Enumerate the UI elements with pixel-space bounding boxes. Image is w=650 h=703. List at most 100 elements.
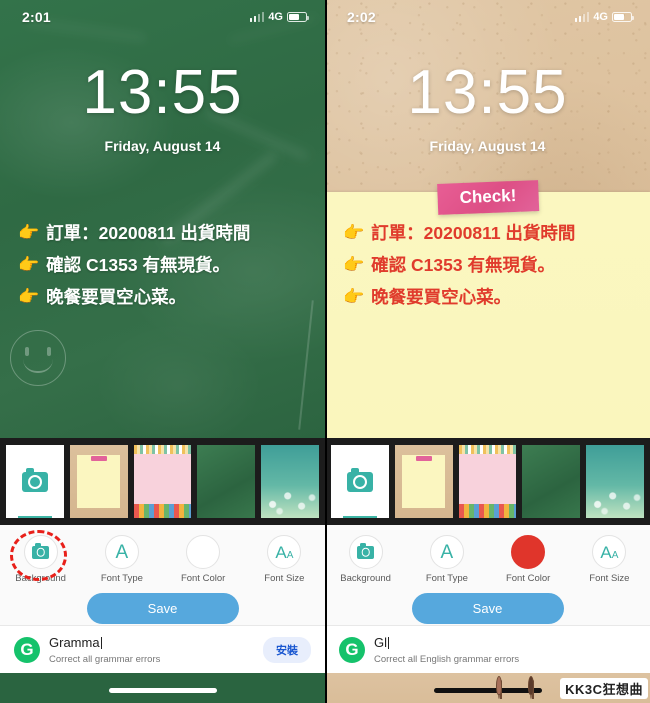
note-canvas-before[interactable]: 13:55 Friday, August 14 👉 訂單：20200811 出貨… <box>0 0 325 438</box>
tool-label: Background <box>340 573 391 584</box>
thumbnail-camera-custom[interactable] <box>331 445 389 518</box>
note-line-text: 晚餐要買空心菜。 <box>371 287 512 308</box>
ad-subtitle: Correct all grammar errors <box>49 654 161 665</box>
empty-circle-icon <box>186 535 221 569</box>
note-line: 👉 訂單：20200811 出貨時間 <box>343 222 632 245</box>
tool-font-size[interactable]: AA Font Size <box>569 535 650 584</box>
note-line: 👉 訂單：20200811 出貨時間 <box>18 222 307 245</box>
lockscreen-clock-block: 13:55 Friday, August 14 <box>325 58 650 155</box>
letter-a-icon: A <box>104 535 139 569</box>
editor-toolbar-before: Background A Font Type Font Color AA Fon… <box>0 525 325 625</box>
status-bar-after: 2:02 4G <box>325 0 650 34</box>
smiley-chalk-drawing <box>10 330 66 386</box>
selected-indicator <box>343 516 377 518</box>
letter-aa-icon: AA <box>267 535 302 569</box>
home-indicator-area-before <box>0 673 325 703</box>
note-line-text: 確認 C1353 有無現貨。 <box>46 255 230 276</box>
status-time: 2:02 <box>347 9 376 25</box>
thumbnail-cork-memo[interactable] <box>394 445 453 518</box>
clock-time: 13:55 <box>407 58 568 127</box>
network-label: 4G <box>268 11 283 23</box>
editor-toolbar-after: Background A Font Type Font Color AA Fon… <box>325 525 650 625</box>
tool-font-color[interactable]: Font Color <box>488 535 569 584</box>
signal-icon <box>574 12 590 22</box>
network-label: 4G <box>593 11 608 23</box>
note-text-block-before[interactable]: 👉 訂單：20200811 出貨時間 👉 確認 C1353 有無現貨。 👉 晚餐… <box>0 222 325 318</box>
signal-icon <box>249 12 265 22</box>
thumbnail-cork-memo[interactable] <box>69 445 128 518</box>
tool-font-type[interactable]: A Font Type <box>81 535 162 584</box>
letter-aa-icon: AA <box>592 535 627 569</box>
save-button[interactable]: Save <box>411 593 564 624</box>
filled-circle-icon <box>511 535 546 569</box>
note-canvas-after[interactable]: 13:55 Friday, August 14 Check! 👉 訂單：2020… <box>325 0 650 438</box>
note-line-text: 訂單：20200811 出貨時間 <box>46 223 251 243</box>
tool-label: Background <box>15 573 66 584</box>
thumbnail-green-board[interactable] <box>522 445 581 518</box>
note-line-text: 晚餐要買空心菜。 <box>46 287 187 308</box>
watermark: KK3C狂想曲 <box>496 641 648 699</box>
status-time: 2:01 <box>22 9 51 25</box>
pointing-hand-icon: 👉 <box>18 223 40 242</box>
lockscreen-clock-block: 13:55 Friday, August 14 <box>0 58 325 155</box>
comparison-screenshot: 13:55 Friday, August 14 👉 訂單：20200811 出貨… <box>0 0 650 703</box>
pointing-hand-icon: 👉 <box>18 255 40 275</box>
clock-date: Friday, August 14 <box>104 138 221 154</box>
tool-label: Font Color <box>180 573 226 584</box>
battery-icon <box>287 12 309 22</box>
phone-screen-before: 13:55 Friday, August 14 👉 訂單：20200811 出貨… <box>0 0 325 703</box>
camera-icon <box>348 535 383 569</box>
tool-background[interactable]: Background <box>325 535 406 584</box>
install-button[interactable]: 安裝 <box>263 636 311 663</box>
note-line: 👉 確認 C1353 有無現貨。 <box>18 254 307 277</box>
thumbnail-camera-custom[interactable] <box>6 445 64 518</box>
tool-label: Font Type <box>425 573 468 584</box>
tool-label: Font Color <box>505 573 551 584</box>
ad-banner-before[interactable]: G Gramma Correct all grammar errors 安裝 <box>0 625 325 673</box>
background-thumbnail-strip-before[interactable] <box>0 438 325 525</box>
pointing-hand-icon: 👉 <box>343 255 365 275</box>
tool-font-color[interactable]: Font Color <box>163 535 244 584</box>
battery-icon <box>612 12 634 22</box>
phone-screen-after: 13:55 Friday, August 14 Check! 👉 訂單：2020… <box>325 0 650 703</box>
tool-label: Font Size <box>589 573 630 584</box>
letter-a-icon: A <box>429 535 464 569</box>
note-line-text: 訂單：20200811 出貨時間 <box>371 223 576 243</box>
note-line-text: 確認 C1353 有無現貨。 <box>371 255 555 276</box>
cartoon-girls-icon <box>496 641 564 699</box>
tool-font-type[interactable]: A Font Type <box>406 535 487 584</box>
note-line: 👉 確認 C1353 有無現貨。 <box>343 254 632 277</box>
thumbnail-teal-bokeh[interactable] <box>261 445 319 518</box>
note-text-block-after[interactable]: 👉 訂單：20200811 出貨時間 👉 確認 C1353 有無現貨。 👉 晚餐… <box>325 222 650 318</box>
thumbnail-pink-candy[interactable] <box>458 445 517 518</box>
panel-divider <box>325 0 327 703</box>
ad-title: Gramma <box>49 635 102 650</box>
home-indicator[interactable] <box>108 688 217 693</box>
tool-font-size[interactable]: AA Font Size <box>244 535 325 584</box>
clock-time: 13:55 <box>82 58 243 127</box>
pointing-hand-icon: 👉 <box>343 223 365 242</box>
tool-label: Font Type <box>100 573 143 584</box>
note-line: 👉 晚餐要買空心菜。 <box>18 286 307 309</box>
note-line: 👉 晚餐要買空心菜。 <box>343 286 632 309</box>
camera-icon <box>346 468 373 492</box>
grammarly-logo-icon: G <box>14 636 40 663</box>
pointing-hand-icon: 👉 <box>343 287 365 307</box>
status-bar-before: 2:01 4G <box>0 0 325 34</box>
tool-background[interactable]: Background <box>0 535 81 584</box>
selected-indicator <box>18 516 52 518</box>
check-sticker[interactable]: Check! <box>436 180 539 215</box>
save-button[interactable]: Save <box>86 593 239 624</box>
thumbnail-green-board[interactable] <box>197 445 256 518</box>
watermark-text: KK3C狂想曲 <box>560 678 648 699</box>
background-thumbnail-strip-after[interactable] <box>325 438 650 525</box>
thumbnail-pink-candy[interactable] <box>133 445 192 518</box>
camera-icon <box>23 535 58 569</box>
thumbnail-teal-bokeh[interactable] <box>586 445 644 518</box>
clock-date: Friday, August 14 <box>429 138 546 154</box>
grammarly-logo-icon: G <box>339 636 365 663</box>
ad-title: Gl <box>374 635 389 650</box>
camera-icon <box>21 468 48 492</box>
tool-label: Font Size <box>264 573 305 584</box>
pointing-hand-icon: 👉 <box>18 287 40 307</box>
